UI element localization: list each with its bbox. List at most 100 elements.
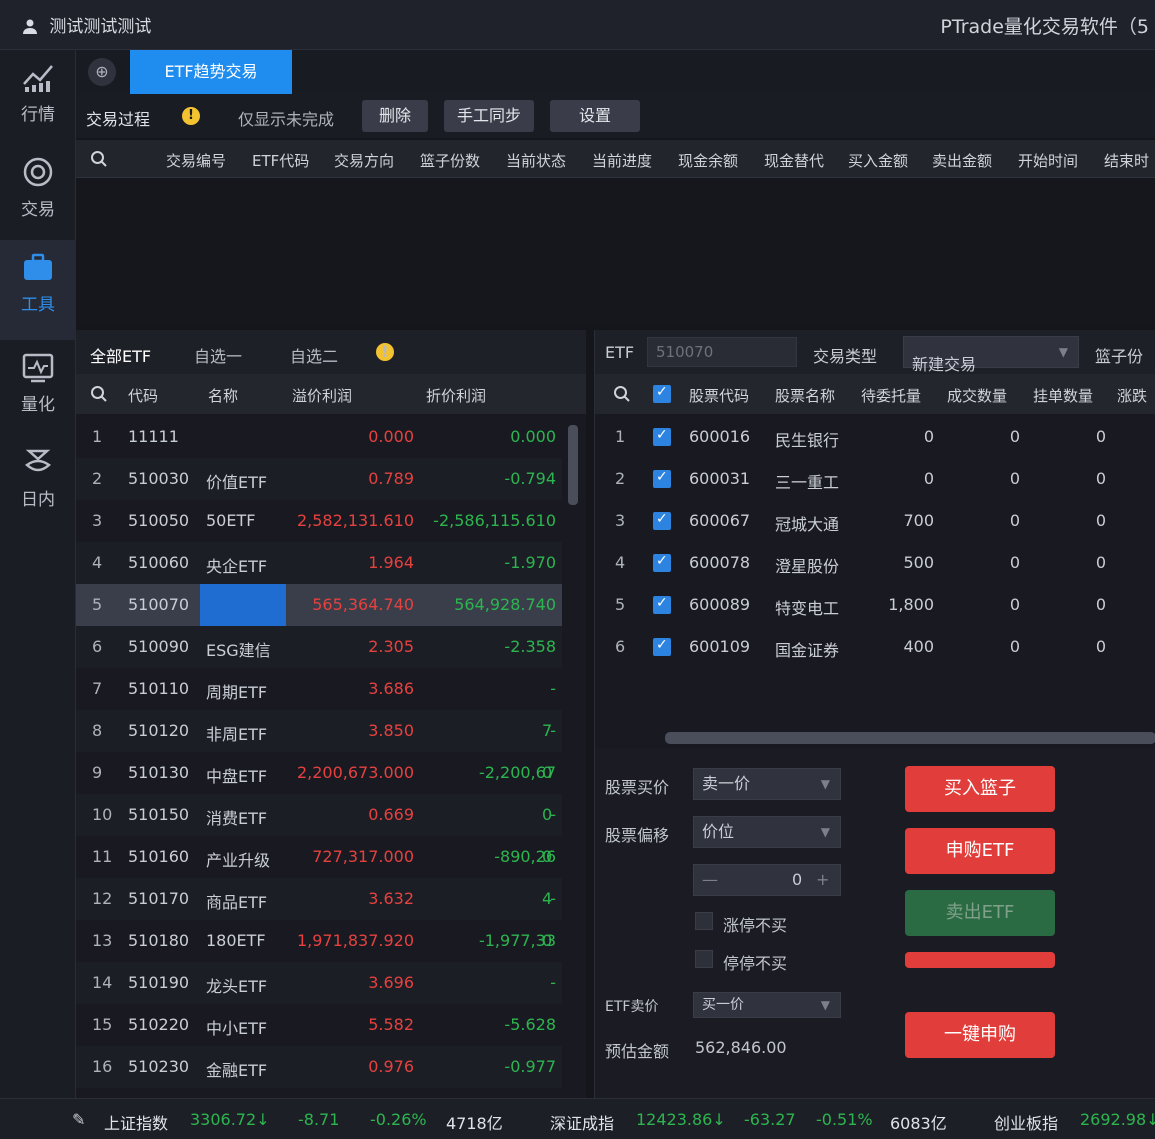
column-header[interactable]: 涨跌 <box>1117 385 1147 406</box>
table-row[interactable]: 2 510030 价值ETF 0.789 -0.794 <box>76 458 562 500</box>
sidebar-item-label: 行情 <box>21 105 55 125</box>
etf-cell-name: 商品ETF <box>206 893 268 912</box>
etf-list-scrollbar[interactable] <box>568 425 578 505</box>
column-header[interactable]: 代码 <box>128 385 158 406</box>
table-row[interactable]: 4 600078 澄星股份 500 0 0 <box>595 542 1155 584</box>
subscribe-etf-button[interactable]: 申购ETF <box>905 828 1055 874</box>
select-all-checkbox[interactable] <box>653 384 671 403</box>
sidebar-item-quant[interactable]: 量化 <box>0 340 76 440</box>
table-row[interactable]: 13 510180 180ETF 1,971,837.920 -1,977,33 0 <box>76 920 562 962</box>
stock-table-hscrollbar[interactable] <box>665 732 1155 744</box>
row-checkbox[interactable] <box>653 511 671 530</box>
etf-cell-idx: 13 <box>92 931 113 950</box>
table-row[interactable]: 8 510120 非周ETF 3.850-7 <box>76 710 562 752</box>
delete-button[interactable]: 删除 <box>362 100 428 132</box>
row-checkbox[interactable] <box>653 427 671 446</box>
table-row[interactable]: 7 510110 周期ETF 3.686 - <box>76 668 562 710</box>
tab-watchlist-2[interactable]: 自选二 <box>290 343 338 367</box>
etf-cell-discount: 0.000 <box>510 427 556 446</box>
user-name[interactable]: 测试测试测试 <box>22 12 151 37</box>
etf-cell-idx: 6 <box>92 637 103 656</box>
row-checkbox[interactable] <box>653 469 671 488</box>
table-row[interactable]: 1 600016 民生银行 0 0 0 <box>595 416 1155 458</box>
etf-cell-extra: 4 <box>542 889 553 908</box>
plus-icon[interactable]: + <box>816 865 829 895</box>
offset-stepper[interactable]: — 0 + <box>693 864 841 896</box>
search-icon[interactable] <box>90 385 108 403</box>
stock-cell-pending: 400 <box>903 637 934 656</box>
table-row[interactable]: 14 510190 龙头ETF 3.696 - <box>76 962 562 1004</box>
add-tab-icon[interactable]: ⊕ <box>88 58 116 86</box>
minus-icon[interactable]: — <box>702 865 718 895</box>
table-row[interactable]: 5 510070 565,364.740 564,928.740 <box>76 584 562 626</box>
name-cell-editor[interactable] <box>200 584 286 626</box>
offset-select[interactable]: 价位 ▼ <box>693 816 841 848</box>
column-header[interactable]: 交易编号 <box>166 150 226 171</box>
table-row[interactable]: 5 600089 特变电工 1,800 0 0 <box>595 584 1155 626</box>
tab-all-etf[interactable]: 全部ETF <box>90 343 151 367</box>
row-checkbox[interactable] <box>653 637 671 656</box>
trade-type-select[interactable]: 新建交易 ▼ <box>903 336 1079 374</box>
sidebar-item-tools[interactable]: 工具 <box>0 240 76 340</box>
table-row[interactable]: 16 510230 金融ETF 0.976 -0.977 <box>76 1046 562 1088</box>
pin-icon[interactable]: ✎ <box>72 1110 85 1129</box>
table-row[interactable]: 12 510170 商品ETF 3.632-4 <box>76 878 562 920</box>
column-header[interactable]: 折价利润 <box>426 385 486 406</box>
table-row[interactable]: 1 11111 0.000 0.000 <box>76 416 562 458</box>
only-unfinished-toggle[interactable]: 仅显示未完成 <box>238 106 334 130</box>
etf-code-input[interactable]: 510070 <box>647 337 797 367</box>
manual-sync-button[interactable]: 手工同步 <box>444 100 534 132</box>
sidebar-item-market[interactable]: 行情 <box>0 50 76 150</box>
sell-etf-button[interactable]: 卖出ETF <box>905 890 1055 936</box>
etf-cell-name: 消费ETF <box>206 809 268 828</box>
column-header[interactable]: 篮子份数 <box>420 150 480 171</box>
table-row[interactable]: 3 600067 冠城大通 700 0 0 <box>595 500 1155 542</box>
table-row[interactable]: 3 510050 50ETF 2,582,131.610 -2,586,115.610 <box>76 500 562 542</box>
etf-cell-code: 510170 <box>128 889 190 908</box>
suspended-checkbox[interactable] <box>695 950 713 968</box>
buy-price-select[interactable]: 卖一价 ▼ <box>693 768 841 800</box>
hidden-action-button[interactable] <box>905 952 1055 968</box>
row-checkbox[interactable] <box>653 595 671 614</box>
column-header[interactable]: 成交数量 <box>947 385 1007 406</box>
table-row[interactable]: 2 600031 三一重工 0 0 0 <box>595 458 1155 500</box>
table-row[interactable]: 6 600109 国金证券 400 0 0 <box>595 626 1155 668</box>
column-header[interactable]: 当前状态 <box>506 150 566 171</box>
sz-index-pct: -0.51% <box>816 1110 873 1129</box>
table-row[interactable]: 15 510220 中小ETF 5.582 -5.628 <box>76 1004 562 1046</box>
tab-watchlist-1[interactable]: 自选一 <box>194 343 242 367</box>
column-header[interactable]: 现金替代 <box>764 150 824 171</box>
sidebar-item-trade[interactable]: 交易 <box>0 145 76 245</box>
search-icon[interactable] <box>90 150 108 168</box>
column-header[interactable]: 开始时间 <box>1018 150 1078 171</box>
row-checkbox[interactable] <box>653 553 671 572</box>
column-header[interactable]: 结束时 <box>1104 150 1149 171</box>
column-header[interactable]: 名称 <box>208 385 238 406</box>
column-header[interactable]: 待委托量 <box>861 385 921 406</box>
column-header[interactable]: 当前进度 <box>592 150 652 171</box>
table-row[interactable]: 6 510090 ESG建信 2.305 -2.358 <box>76 626 562 668</box>
column-header[interactable]: ETF代码 <box>252 150 309 171</box>
one-click-subscribe-button[interactable]: 一键申购 <box>905 1012 1055 1058</box>
column-header[interactable]: 现金余额 <box>678 150 738 171</box>
tab-bar: ⊕ ETF趋势交易 <box>76 50 1155 94</box>
table-row[interactable]: 11 510160 产业升级 727,317.000 -890,26 0 <box>76 836 562 878</box>
settings-button[interactable]: 设置 <box>550 100 640 132</box>
table-row[interactable]: 10 510150 消费ETF 0.669-0 <box>76 794 562 836</box>
search-icon[interactable] <box>613 385 631 403</box>
column-header[interactable]: 卖出金额 <box>932 150 992 171</box>
column-header[interactable]: 挂单数量 <box>1033 385 1093 406</box>
suspended-label: 停停不买 <box>723 954 788 973</box>
buy-basket-button[interactable]: 买入篮子 <box>905 766 1055 812</box>
sidebar-item-intraday[interactable]: 日内 <box>0 435 76 535</box>
column-header[interactable]: 交易方向 <box>334 150 394 171</box>
column-header[interactable]: 买入金额 <box>848 150 908 171</box>
table-row[interactable]: 4 510060 央企ETF 1.964 -1.970 <box>76 542 562 584</box>
column-header[interactable]: 股票名称 <box>775 385 835 406</box>
column-header[interactable]: 股票代码 <box>689 385 749 406</box>
tab-etf-trend-trading[interactable]: ETF趋势交易 <box>130 50 292 94</box>
column-header[interactable]: 溢价利润 <box>292 385 352 406</box>
limit-up-checkbox[interactable] <box>695 912 713 930</box>
etf-sell-price-select[interactable]: 买一价 ▼ <box>693 992 841 1018</box>
table-row[interactable]: 9 510130 中盘ETF 2,200,673.000 -2,200,67 0 <box>76 752 562 794</box>
